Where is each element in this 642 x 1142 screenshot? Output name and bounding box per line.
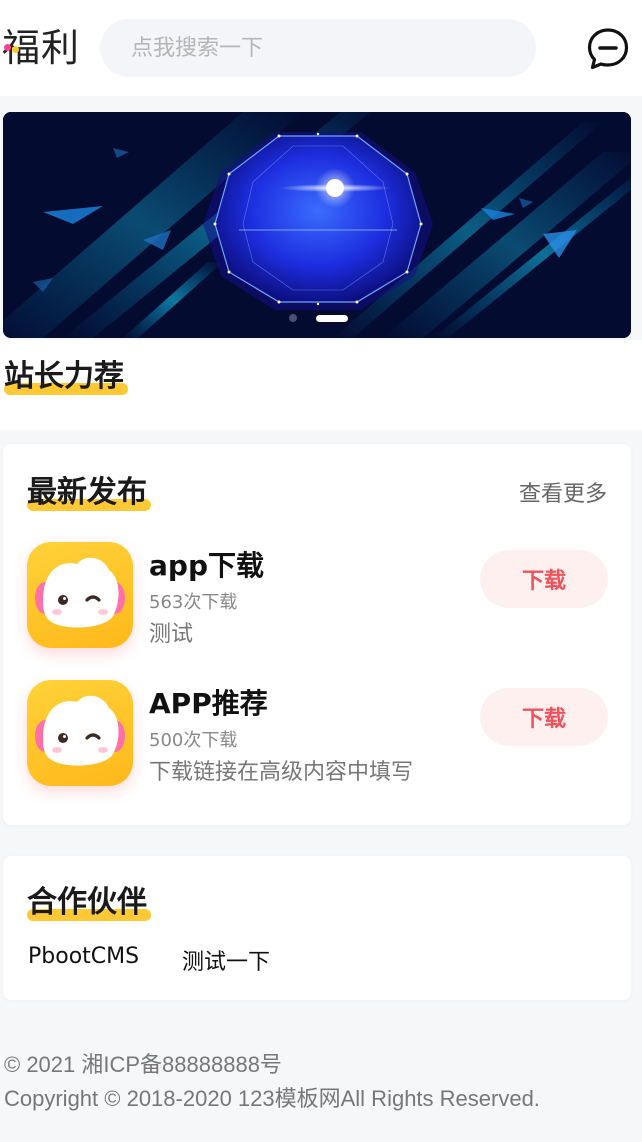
top-header: 福利	[0, 0, 642, 96]
app-description: 测试	[149, 622, 194, 647]
app-name[interactable]: APP推荐	[149, 682, 268, 722]
copyright-text: Copyright © 2018-2020 123模板网All Rights R…	[4, 1086, 540, 1111]
latest-title-text: 最新发布	[27, 475, 147, 510]
recommend-section: 站长力荐	[0, 340, 642, 430]
site-footer: © 2021 湘ICP备88888888号 Copyright © 2018-2…	[4, 1048, 540, 1116]
logo-dot-yellow	[12, 46, 19, 53]
app-list-item[interactable]: APP推荐 500次下载 下载链接在高级内容中填写 下载	[3, 680, 631, 788]
latest-card: 最新发布 查看更多 app下载 563次下载 测试 下载 APP推荐 500次下…	[3, 444, 631, 825]
app-icon[interactable]	[27, 680, 133, 786]
search-bar[interactable]	[100, 19, 536, 77]
carousel-dot-2-active[interactable]	[316, 315, 348, 322]
icp-record[interactable]: © 2021 湘ICP备88888888号	[4, 1048, 540, 1082]
banner-image	[3, 112, 631, 338]
partner-link-test[interactable]: 测试一下	[182, 944, 270, 976]
carousel-indicators	[3, 314, 631, 322]
search-input[interactable]	[100, 19, 536, 77]
recommend-title-text: 站长力荐	[4, 359, 124, 394]
partners-title: 合作伙伴	[27, 884, 151, 922]
app-icon[interactable]	[27, 542, 133, 648]
recommend-title: 站长力荐	[4, 358, 128, 396]
download-count: 500次下载	[149, 730, 238, 751]
logo-dot-pink	[4, 44, 11, 51]
download-button[interactable]: 下载	[480, 688, 608, 746]
mascot-icon	[35, 695, 125, 766]
app-name[interactable]: app下载	[149, 544, 264, 584]
app-description: 下载链接在高级内容中填写	[149, 760, 414, 785]
carousel-dot-1[interactable]	[289, 314, 297, 322]
partners-card: 合作伙伴	[3, 856, 631, 1000]
site-logo[interactable]: 福利	[2, 24, 86, 72]
partner-link-pbootcms[interactable]: PbootCMS	[28, 944, 139, 969]
message-button[interactable]	[586, 27, 630, 71]
download-button[interactable]: 下载	[480, 550, 608, 608]
latest-title: 最新发布	[27, 474, 151, 512]
chat-bubble-icon	[587, 28, 629, 70]
app-list-item[interactable]: app下载 563次下载 测试 下载	[3, 542, 631, 650]
mascot-icon	[35, 557, 125, 628]
view-more-link[interactable]: 查看更多	[519, 476, 607, 508]
partners-title-text: 合作伙伴	[27, 885, 147, 920]
download-count: 563次下载	[149, 592, 238, 613]
banner-carousel[interactable]	[3, 112, 631, 338]
